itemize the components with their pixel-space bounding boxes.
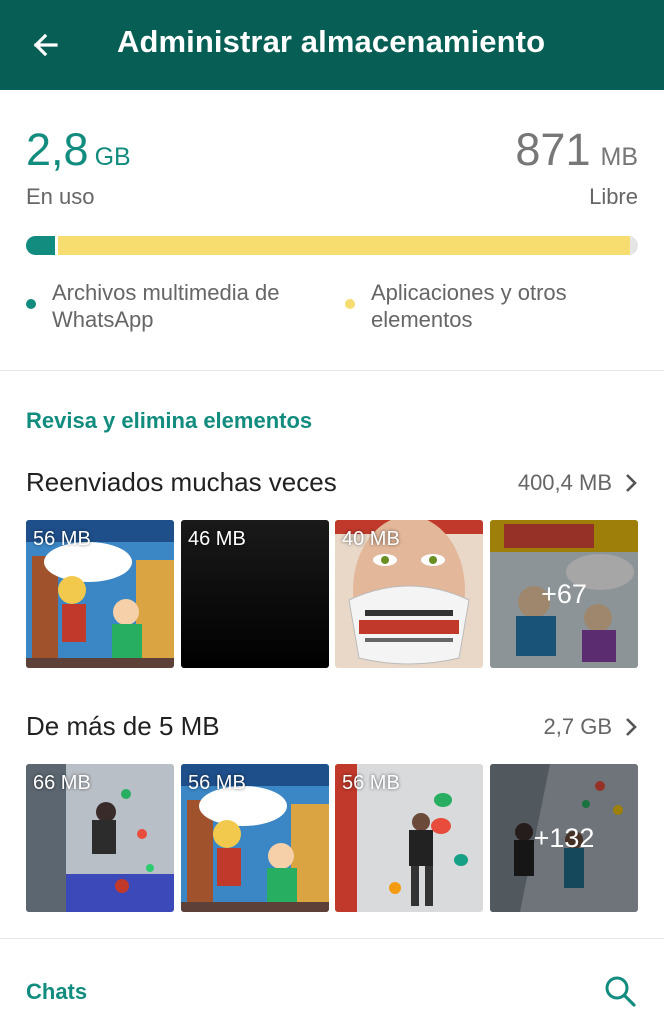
large-files-size: 2,7 GB [543,714,612,739]
apps-segment [57,236,630,255]
legend-label: Archivos multimedia de WhatsApp [52,280,280,332]
app-bar: Administrar almacenamiento [0,0,664,90]
thumbnail-size: 56 MB [33,528,91,550]
forwarded-size: 400,4 MB [517,470,612,495]
media-thumbnail[interactable]: 56 MB [335,764,483,912]
more-count: +67 [490,520,638,668]
whatsapp-media-segment [26,236,55,255]
used-storage-value: 2,8 GB [26,124,131,175]
page-title: Administrar almacenamiento [117,24,546,59]
thumbnail-size: 46 MB [188,528,246,550]
media-thumbnail[interactable]: 40 MB [335,520,483,668]
chevron-right-icon [626,718,637,736]
forwarded-thumbnails: 56 MB 46 MB 40 MB +67 [26,520,638,668]
arrow-left-icon[interactable] [26,25,66,65]
thumbnail-size: 66 MB [33,772,91,794]
more-count: +132 [490,764,638,912]
large-files-row[interactable]: De más de 5 MB 2,7 GB [0,707,664,747]
chats-section-title: Chats [26,979,88,1004]
thumbnail-size: 40 MB [342,528,400,550]
forwarded-title: Reenviados muchas veces [26,467,337,497]
free-storage-label: Libre [589,184,638,209]
media-thumbnail[interactable]: 56 MB [26,520,174,668]
used-storage-label: En uso [26,184,95,209]
free-storage-value: 871 MB [515,124,639,175]
large-files-title: De más de 5 MB [26,711,220,741]
thumbnail-size: 56 MB [342,772,400,794]
legend-dot-icon [345,299,355,309]
large-files-thumbnails: 66 MB 56 MB 56 MB +132 [26,764,638,912]
media-thumbnail[interactable]: 66 MB [26,764,174,912]
media-thumbnail[interactable]: +132 [490,764,638,912]
divider [0,938,664,939]
media-thumbnail[interactable]: 56 MB [181,764,329,912]
legend-dot-icon [26,299,36,309]
search-icon[interactable] [603,974,637,1008]
review-section-title: Revisa y elimina elementos [26,408,313,433]
legend-whatsapp-media: Archivos multimedia de WhatsApp [26,279,306,333]
media-thumbnail[interactable]: +67 [490,520,638,668]
chevron-right-icon [626,474,637,492]
storage-usage-bar [26,236,638,255]
forwarded-row[interactable]: Reenviados muchas veces 400,4 MB [0,463,664,503]
divider [0,370,664,371]
free-storage-unit: MB [600,143,639,171]
legend-label: Aplicaciones y otros elementos [371,280,567,332]
legend-apps: Aplicaciones y otros elementos [345,279,645,333]
thumbnail-size: 56 MB [188,772,246,794]
used-storage-unit: GB [94,143,131,171]
media-thumbnail[interactable]: 46 MB [181,520,329,668]
